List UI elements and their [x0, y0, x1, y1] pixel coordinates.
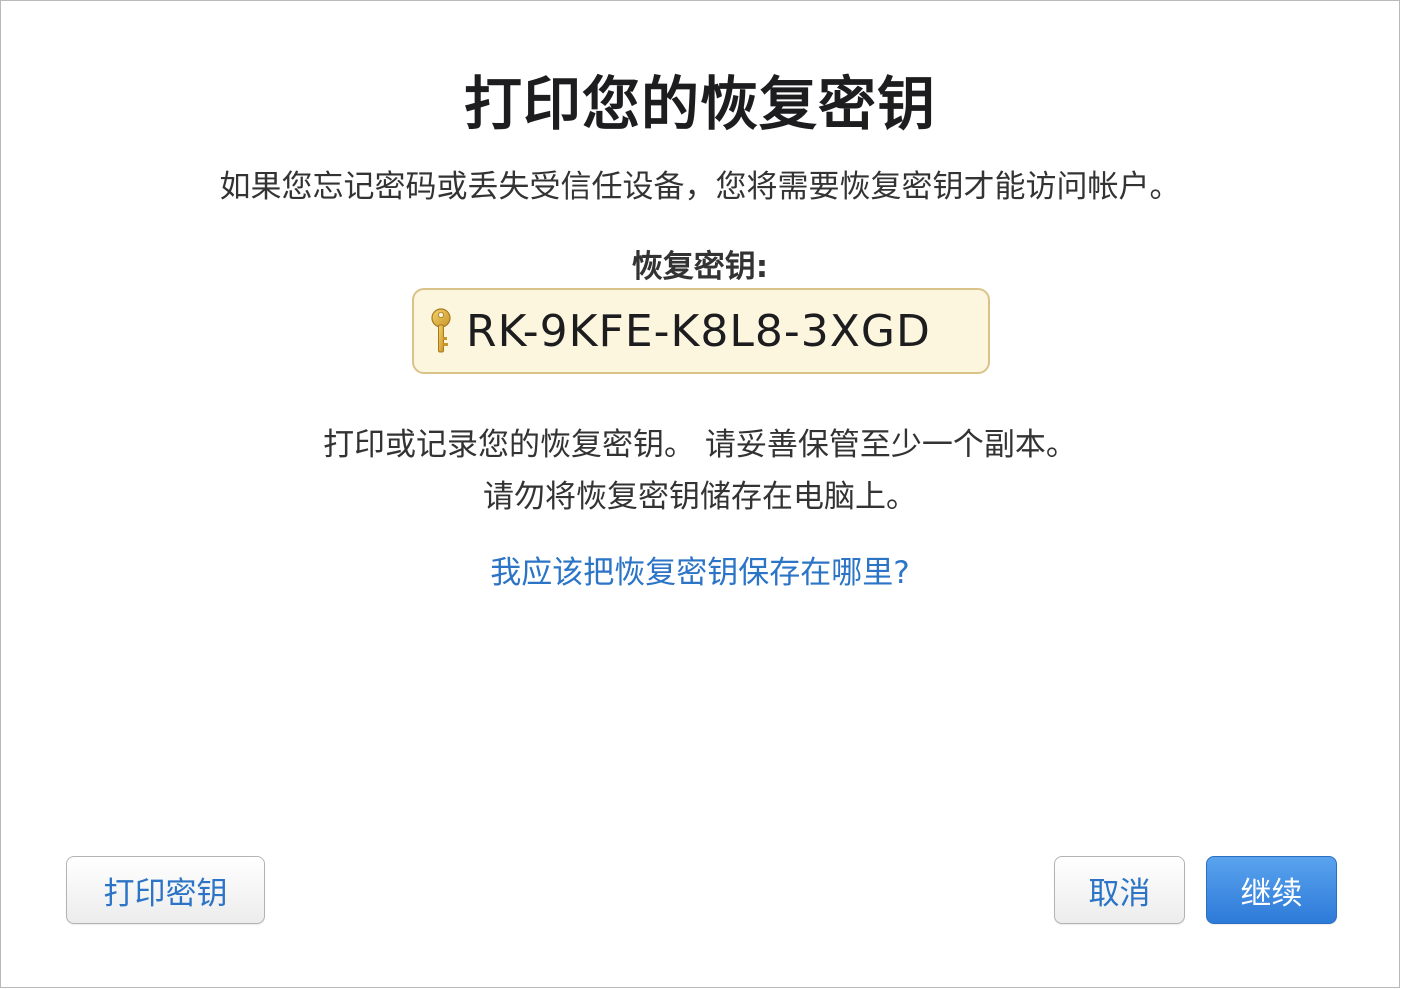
recovery-key-dialog: 打印您的恢复密钥 如果您忘记密码或丢失受信任设备，您将需要恢复密钥才能访问帐户。…	[0, 0, 1400, 988]
continue-button[interactable]: 继续	[1206, 856, 1337, 924]
where-to-store-link[interactable]: 我应该把恢复密钥保存在哪里?	[1, 547, 1399, 592]
recovery-key-field[interactable]: RK-9KFE-K8L8-3XGD	[412, 288, 990, 374]
instruction-line-2: 请勿将恢复密钥储存在电脑上。	[483, 479, 917, 515]
recovery-key-value: RK-9KFE-K8L8-3XGD	[466, 305, 931, 357]
instruction-line-1: 打印或记录您的恢复密钥。 请妥善保管至少一个副本。	[323, 427, 1077, 463]
dialog-title: 打印您的恢复密钥	[463, 70, 936, 138]
cancel-button[interactable]: 取消	[1054, 856, 1185, 924]
dialog-subtitle: 如果您忘记密码或丢失受信任设备，您将需要恢复密钥才能访问帐户。	[219, 169, 1181, 205]
key-icon	[426, 306, 456, 356]
recovery-key-label: 恢复密钥:	[631, 249, 769, 285]
instructions: 打印或记录您的恢复密钥。 请妥善保管至少一个副本。 请勿将恢复密钥储存在电脑上。	[1, 419, 1399, 523]
print-key-button[interactable]: 打印密钥	[66, 856, 265, 924]
